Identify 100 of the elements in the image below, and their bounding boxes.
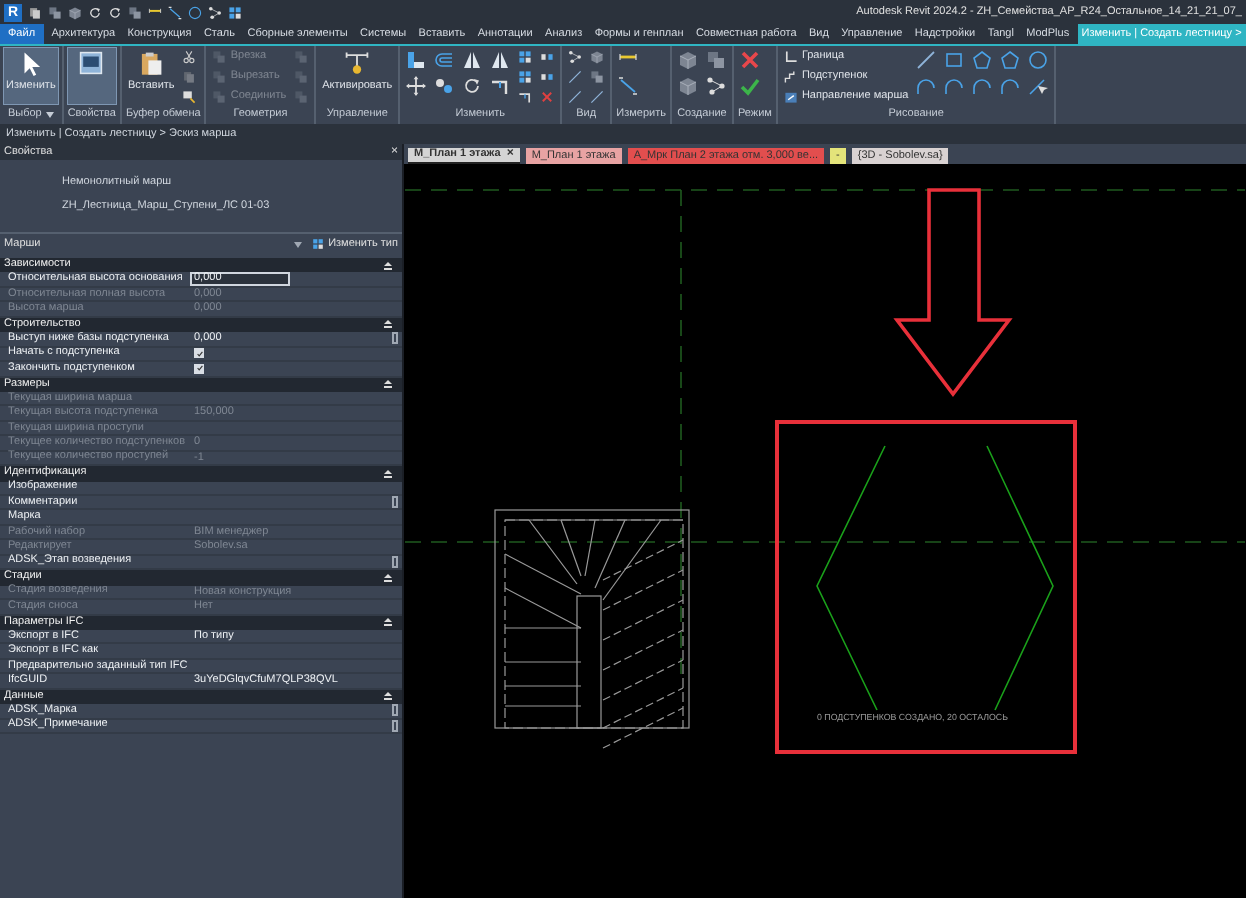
pentagon-icon xyxy=(1000,50,1021,70)
mirror-triangles-icon xyxy=(462,50,483,70)
tool-button[interactable] xyxy=(488,48,513,72)
collapse-icon[interactable] xyxy=(384,320,392,329)
caret-icon xyxy=(294,241,303,247)
tool-button[interactable] xyxy=(516,88,535,106)
mirror-triangles-icon xyxy=(490,50,511,70)
tool-button[interactable] xyxy=(67,48,116,104)
cube-icon xyxy=(677,50,698,70)
align-icon xyxy=(406,50,427,70)
diagonal-line-icon xyxy=(568,70,583,84)
offset-icon xyxy=(434,50,455,70)
tool-button[interactable] xyxy=(998,74,1023,98)
dimension-line-icon xyxy=(618,76,639,96)
boundary-icon xyxy=(783,50,798,64)
tool-button[interactable] xyxy=(566,68,585,86)
move-arrows-icon xyxy=(406,76,427,96)
nodes-icon xyxy=(568,50,583,64)
tool-button[interactable] xyxy=(432,48,457,72)
parameter-link-button[interactable] xyxy=(392,719,398,732)
tool-button[interactable] xyxy=(737,74,762,98)
trim-corner-icon xyxy=(490,76,511,96)
tool-button[interactable] xyxy=(675,74,700,98)
circle-icon xyxy=(188,5,202,19)
riser-icon xyxy=(783,70,798,84)
tool-button[interactable] xyxy=(675,48,700,72)
collapse-icon[interactable] xyxy=(384,380,392,389)
diagonal-line-icon xyxy=(590,90,605,104)
grid-squares-icon xyxy=(518,70,533,84)
rectangle-icon xyxy=(944,50,965,70)
pin-icon xyxy=(344,50,371,76)
tool-button[interactable] xyxy=(566,88,585,106)
grid-squares-icon xyxy=(518,50,533,64)
parameter-link-button[interactable] xyxy=(392,332,398,345)
tool-button[interactable] xyxy=(1026,74,1051,98)
tool-button[interactable] xyxy=(914,74,939,98)
tool-button[interactable] xyxy=(460,48,485,72)
tool-button[interactable] xyxy=(1026,48,1051,72)
split-icon xyxy=(540,70,555,84)
pick-line-icon xyxy=(1028,76,1049,96)
tool-button[interactable] xyxy=(566,48,585,66)
scissors-icon xyxy=(182,50,197,64)
rotate-icon xyxy=(462,76,483,96)
checkmark-icon xyxy=(739,76,760,96)
dimension-icon xyxy=(148,5,162,19)
grid-squares-icon xyxy=(312,238,325,250)
copy-icon xyxy=(28,5,42,19)
nodes-icon xyxy=(705,76,726,96)
diagonal-line-icon xyxy=(916,50,937,70)
cube-icon xyxy=(590,50,605,64)
tool-button[interactable] xyxy=(588,68,607,86)
brush-icon xyxy=(182,90,197,104)
tool-button[interactable] xyxy=(538,48,557,66)
tool-button[interactable] xyxy=(970,48,995,72)
tool-button[interactable] xyxy=(703,48,728,72)
trim-corner-icon xyxy=(518,90,533,104)
diagonal-line-icon xyxy=(568,90,583,104)
collapse-icon[interactable] xyxy=(384,261,392,270)
parameter-link-button[interactable] xyxy=(392,496,398,509)
dimension-line-icon xyxy=(168,5,182,19)
arc-icon xyxy=(1000,76,1021,96)
collapse-icon[interactable] xyxy=(384,469,392,478)
properties-icon xyxy=(78,50,105,76)
parameter-link-button[interactable] xyxy=(392,704,398,717)
tool-button[interactable] xyxy=(180,48,199,66)
caret-icon[interactable] xyxy=(45,112,54,118)
delete-icon xyxy=(540,90,555,104)
copy-icon xyxy=(182,70,197,84)
overlap-squares-icon xyxy=(590,70,605,84)
tool-button[interactable] xyxy=(588,88,607,106)
tool-button[interactable] xyxy=(942,74,967,98)
tool-button[interactable] xyxy=(998,48,1023,72)
circles-icon xyxy=(434,76,455,96)
overlap-squares-icon xyxy=(48,5,62,19)
arc-icon xyxy=(944,76,965,96)
pentagon-icon xyxy=(972,50,993,70)
cancel-icon xyxy=(739,50,760,70)
overlap-squares-icon xyxy=(128,5,142,19)
tool-button[interactable] xyxy=(538,68,557,86)
tool-button[interactable] xyxy=(703,74,728,98)
collapse-icon[interactable] xyxy=(384,573,392,582)
checkbox[interactable] xyxy=(194,348,204,359)
tool-button[interactable] xyxy=(588,48,607,66)
tool-button[interactable] xyxy=(404,48,429,72)
tool-button[interactable] xyxy=(460,74,485,98)
tool-button[interactable] xyxy=(516,68,535,86)
tool-button[interactable] xyxy=(432,74,457,98)
split-icon xyxy=(540,50,555,64)
direction-icon xyxy=(783,90,798,104)
cube-icon xyxy=(677,76,698,96)
tool-button[interactable] xyxy=(180,88,199,106)
clipboard-icon xyxy=(138,50,165,76)
collapse-icon[interactable] xyxy=(384,692,392,701)
tool-button[interactable] xyxy=(516,48,535,66)
parameter-link-button[interactable] xyxy=(392,555,398,568)
checkbox[interactable] xyxy=(194,363,204,374)
tool-button[interactable] xyxy=(970,74,995,98)
overlap-squares-icon xyxy=(705,50,726,70)
collapse-icon[interactable] xyxy=(384,618,392,627)
tool-button[interactable] xyxy=(914,48,939,72)
